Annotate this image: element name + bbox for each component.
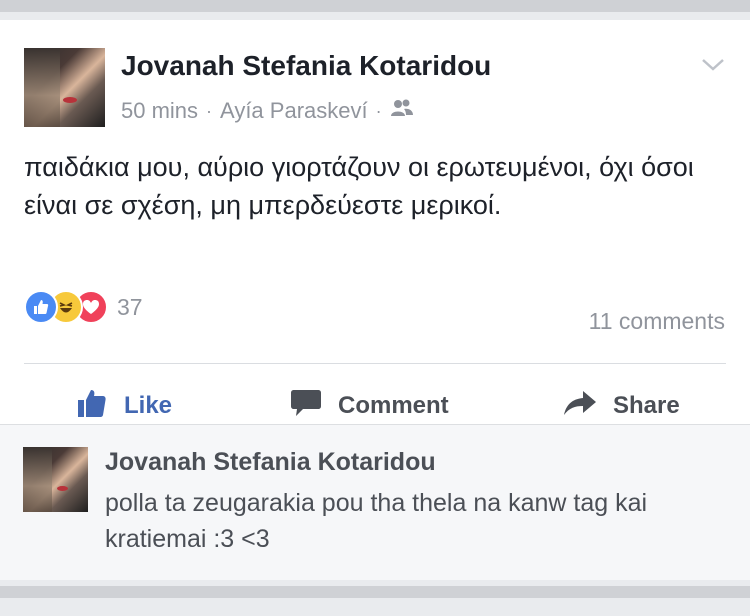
avatar-photo-lips xyxy=(56,486,69,492)
share-arrow-icon xyxy=(563,389,597,424)
reaction-count: 37 xyxy=(117,293,143,320)
thumbs-up-icon xyxy=(76,387,108,426)
author-avatar[interactable] xyxy=(24,48,105,127)
post-time[interactable]: 50 mins xyxy=(121,98,198,124)
comment-author-name[interactable]: Jovanah Stefania Kotaridou xyxy=(105,448,436,477)
meta-separator: · xyxy=(375,100,382,121)
post-card: Jovanah Stefania Kotaridou 50 mins · Ayí… xyxy=(0,20,750,424)
avatar-photo-detail xyxy=(24,48,61,127)
meta-separator: · xyxy=(206,100,213,121)
friends-icon xyxy=(390,98,414,124)
post-location[interactable]: Ayía Paraskeví xyxy=(220,98,368,124)
like-reaction-icon xyxy=(24,290,58,324)
avatar-photo-detail xyxy=(23,447,53,512)
share-label: Share xyxy=(613,392,680,419)
comment-button[interactable]: Comment xyxy=(290,382,449,430)
comment-text: polla ta zeugarakia pou tha thela na kan… xyxy=(105,489,648,553)
avatar-photo-lips xyxy=(62,96,78,104)
share-button[interactable]: Share xyxy=(563,382,680,430)
commenter-avatar[interactable] xyxy=(23,447,88,512)
post-meta: 50 mins · Ayía Paraskeví · xyxy=(121,98,414,124)
feed-separator-bottom xyxy=(0,586,750,598)
post-author-name[interactable]: Jovanah Stefania Kotaridou xyxy=(121,50,491,82)
like-button[interactable]: Like xyxy=(76,382,172,430)
comment-label: Comment xyxy=(338,392,449,419)
feed-separator-top xyxy=(0,0,750,12)
divider xyxy=(24,363,726,364)
post-text: παιδάκια μου, αύριο γιορτάζουν οι ερωτευ… xyxy=(24,152,694,220)
reactions-summary[interactable]: 37 xyxy=(24,290,143,324)
like-label: Like xyxy=(124,392,173,419)
comment-section: Jovanah Stefania Kotaridou polla ta zeug… xyxy=(0,424,750,581)
comment-bubble-icon xyxy=(290,388,322,425)
comments-count-link[interactable]: 11 comments xyxy=(589,308,725,335)
chevron-down-icon[interactable] xyxy=(700,56,726,74)
